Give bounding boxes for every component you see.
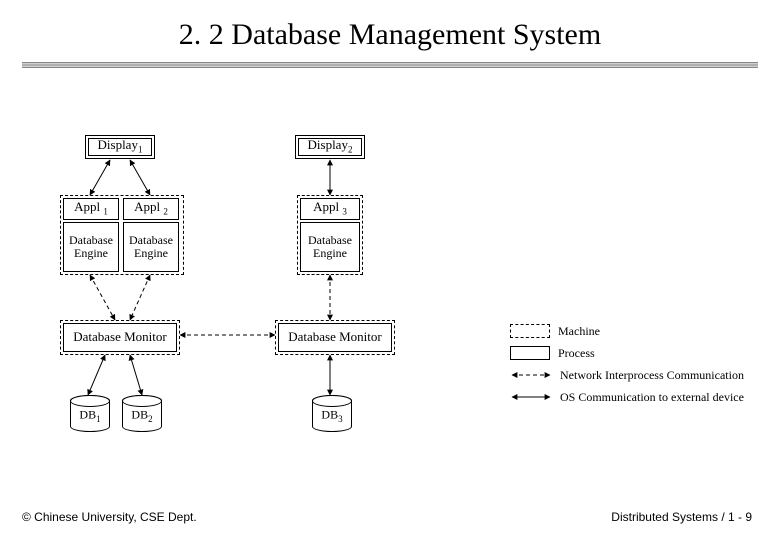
connectors-svg	[60, 100, 740, 470]
legend-row-process: Process	[510, 342, 760, 364]
architecture-diagram: Display1 Display2 Appl 1 Database Engine…	[60, 100, 740, 470]
dbmonitor-2-box: Database Monitor	[278, 323, 392, 352]
db-2-label: DB2	[123, 407, 161, 423]
footer-page-number: Distributed Systems / 1 - 9	[611, 510, 752, 524]
dbengine-1-box: Database Engine	[63, 222, 119, 272]
db-3-cylinder: DB3	[312, 395, 352, 432]
horizontal-rule	[22, 62, 758, 68]
db-2-cylinder: DB2	[122, 395, 162, 432]
legend-row-machine: Machine	[510, 320, 760, 342]
legend-row-netipc: Network Interprocess Communication	[510, 364, 760, 386]
db-1-label: DB1	[71, 407, 109, 423]
appl-1-box: Appl 1	[63, 198, 119, 220]
footer-copyright: © Chinese University, CSE Dept.	[22, 510, 197, 524]
dbengine-3-box: Database Engine	[300, 222, 360, 272]
db-3-label: DB3	[313, 407, 351, 423]
db-1-cylinder: DB1	[70, 395, 110, 432]
display-2-box: Display2	[295, 135, 365, 159]
legend-oscomm-icon	[510, 390, 552, 404]
appl-2-label: Appl 2	[134, 200, 168, 217]
appl-3-label: Appl 3	[313, 200, 347, 217]
legend-oscomm-label: OS Communication to external device	[560, 390, 744, 405]
appl-3-box: Appl 3	[300, 198, 360, 220]
display-2-label: Display2	[308, 138, 353, 155]
dbmonitor-1-box: Database Monitor	[63, 323, 177, 352]
legend: Machine Process Network Interprocess Com…	[510, 320, 760, 408]
legend-machine-icon	[510, 324, 550, 338]
legend-netipc-label: Network Interprocess Communication	[560, 368, 744, 383]
dbengine-2-box: Database Engine	[123, 222, 179, 272]
legend-row-oscomm: OS Communication to external device	[510, 386, 760, 408]
display-1-box: Display1	[85, 135, 155, 159]
legend-machine-label: Machine	[558, 324, 600, 339]
appl-2-box: Appl 2	[123, 198, 179, 220]
legend-process-label: Process	[558, 346, 595, 361]
legend-process-icon	[510, 346, 550, 360]
appl-1-label: Appl 1	[74, 200, 108, 217]
legend-netipc-icon	[510, 368, 552, 382]
page-title: 2. 2 Database Management System	[0, 18, 780, 52]
display-1-label: Display1	[98, 138, 143, 155]
